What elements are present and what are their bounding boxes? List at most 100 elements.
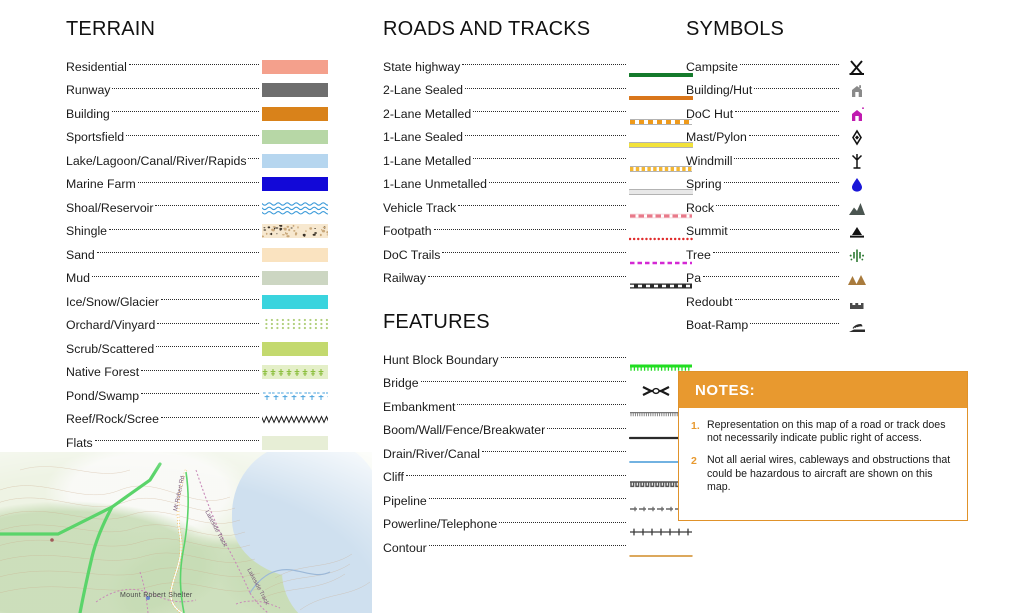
legend-label: 1-Lane Unmetalled bbox=[383, 177, 487, 191]
dot-leader bbox=[109, 229, 259, 230]
dot-leader bbox=[724, 182, 839, 183]
legend-label: Mast/Pylon bbox=[686, 130, 747, 144]
dot-leader bbox=[248, 158, 259, 159]
symbols-list: Campsite Building/Hut DoC Hut Mast/Pylon Win… bbox=[686, 55, 872, 337]
legend-label: Tree bbox=[686, 248, 711, 262]
legend-swatch bbox=[262, 436, 328, 450]
terrain-row: Shingle bbox=[66, 220, 328, 244]
terrain-row: Reef/Rock/Scree bbox=[66, 408, 328, 432]
note-text: Not all aerial wires, cableways and obst… bbox=[707, 454, 953, 494]
legend-swatch bbox=[262, 130, 328, 144]
legend-label: Building/Hut bbox=[686, 83, 752, 97]
legend-swatch bbox=[262, 177, 328, 191]
boat-ramp-icon bbox=[842, 315, 872, 335]
legend-label: Ice/Snow/Glacier bbox=[66, 295, 159, 309]
terrain-row: Lake/Lagoon/Canal/River/Rapids bbox=[66, 149, 328, 173]
legend-label: Pond/Swamp bbox=[66, 389, 139, 403]
dot-leader bbox=[465, 88, 626, 89]
dot-leader bbox=[750, 323, 839, 324]
dot-leader bbox=[473, 111, 626, 112]
legend-label: 1-Lane Sealed bbox=[383, 130, 463, 144]
legend-label: Drain/River/Canal bbox=[383, 447, 480, 461]
map-shelter-label: Mount Robert Shelter bbox=[120, 592, 193, 599]
dot-leader bbox=[161, 299, 259, 300]
symbol-row: Tree bbox=[686, 243, 872, 267]
terrain-row: Native Forest bbox=[66, 361, 328, 385]
legend-label: Rock bbox=[686, 201, 714, 215]
map-thumbnail: Mount Robert Shelter Mt Robert Rd Lakesi… bbox=[0, 452, 372, 613]
legend-label: 1-Lane Metalled bbox=[383, 154, 471, 168]
terrain-row: Mud bbox=[66, 267, 328, 291]
dot-leader bbox=[406, 475, 626, 476]
dot-leader bbox=[713, 252, 839, 253]
dot-leader bbox=[740, 64, 839, 65]
feature-row: Embankment bbox=[383, 395, 629, 419]
dot-leader bbox=[92, 276, 259, 277]
note-number: 1. bbox=[691, 419, 707, 445]
legend-label: Boom/Wall/Fence/Breakwater bbox=[383, 423, 545, 437]
symbol-row: Spring bbox=[686, 173, 872, 197]
dot-leader bbox=[429, 545, 626, 546]
feature-row: Drain/River/Canal bbox=[383, 442, 629, 466]
dot-leader bbox=[716, 205, 839, 206]
dot-leader bbox=[547, 428, 626, 429]
dot-leader bbox=[428, 276, 626, 277]
legend-swatch bbox=[262, 389, 328, 403]
roads-section: ROADS AND TRACKS State highway 2-Lane Sea… bbox=[383, 18, 629, 290]
legend-label: Scrub/Scattered bbox=[66, 342, 154, 356]
legend-label: Shoal/Reservoir bbox=[66, 201, 153, 215]
roads-heading: ROADS AND TRACKS bbox=[383, 18, 629, 41]
legend-label: Orchard/Vinyard bbox=[66, 318, 155, 332]
terrain-row: Flats bbox=[66, 431, 328, 455]
dot-leader bbox=[421, 381, 626, 382]
symbol-row: Summit bbox=[686, 220, 872, 244]
symbol-row: Mast/Pylon bbox=[686, 126, 872, 150]
dot-leader bbox=[465, 135, 626, 136]
road-row: 1-Lane Unmetalled bbox=[383, 173, 629, 197]
note-item: 2 Not all aerial wires, cableways and obs… bbox=[691, 454, 953, 494]
dot-leader bbox=[129, 64, 259, 65]
dot-leader bbox=[458, 205, 626, 206]
dot-leader bbox=[749, 135, 839, 136]
legend-label: Native Forest bbox=[66, 365, 139, 379]
symbol-row: Redoubt bbox=[686, 290, 872, 314]
legend-swatch bbox=[262, 83, 328, 97]
terrain-row: Orchard/Vinyard bbox=[66, 314, 328, 338]
mast-pylon-icon bbox=[842, 127, 872, 147]
legend-swatch bbox=[262, 107, 328, 121]
dot-leader bbox=[730, 229, 839, 230]
legend-label: Pa bbox=[686, 271, 701, 285]
terrain-row: Scrub/Scattered bbox=[66, 337, 328, 361]
legend-swatch bbox=[262, 365, 328, 379]
pa-icon bbox=[842, 268, 872, 288]
feature-row: Powerline/Telephone bbox=[383, 513, 629, 537]
legend-label: Powerline/Telephone bbox=[383, 517, 497, 531]
legend-label: Summit bbox=[686, 224, 728, 238]
dot-leader bbox=[473, 158, 626, 159]
legend-swatch bbox=[262, 342, 328, 356]
legend-label: Spring bbox=[686, 177, 722, 191]
dot-leader bbox=[735, 299, 840, 300]
legend-label: Cliff bbox=[383, 470, 404, 484]
terrain-row: Ice/Snow/Glacier bbox=[66, 290, 328, 314]
road-row: Vehicle Track bbox=[383, 196, 629, 220]
terrain-row: Shoal/Reservoir bbox=[66, 196, 328, 220]
symbol-row: Pa bbox=[686, 267, 872, 291]
legend-label: Sportsfield bbox=[66, 130, 124, 144]
legend-label: 2-Lane Sealed bbox=[383, 83, 463, 97]
legend-label: Bridge bbox=[383, 376, 419, 390]
legend-swatch bbox=[262, 224, 328, 238]
road-row: 2-Lane Metalled bbox=[383, 102, 629, 126]
road-row: State highway bbox=[383, 55, 629, 79]
feature-row: Pipeline bbox=[383, 489, 629, 513]
dot-leader bbox=[156, 346, 259, 347]
legend-label: Shingle bbox=[66, 224, 107, 238]
dot-leader bbox=[161, 417, 259, 418]
legend-label: Marine Farm bbox=[66, 177, 136, 191]
dot-leader bbox=[126, 135, 259, 136]
building-hut-icon bbox=[842, 80, 872, 100]
legend-label: Railway bbox=[383, 271, 426, 285]
road-row: Railway bbox=[383, 267, 629, 291]
legend-label: Residential bbox=[66, 60, 127, 74]
dot-leader bbox=[735, 111, 839, 112]
